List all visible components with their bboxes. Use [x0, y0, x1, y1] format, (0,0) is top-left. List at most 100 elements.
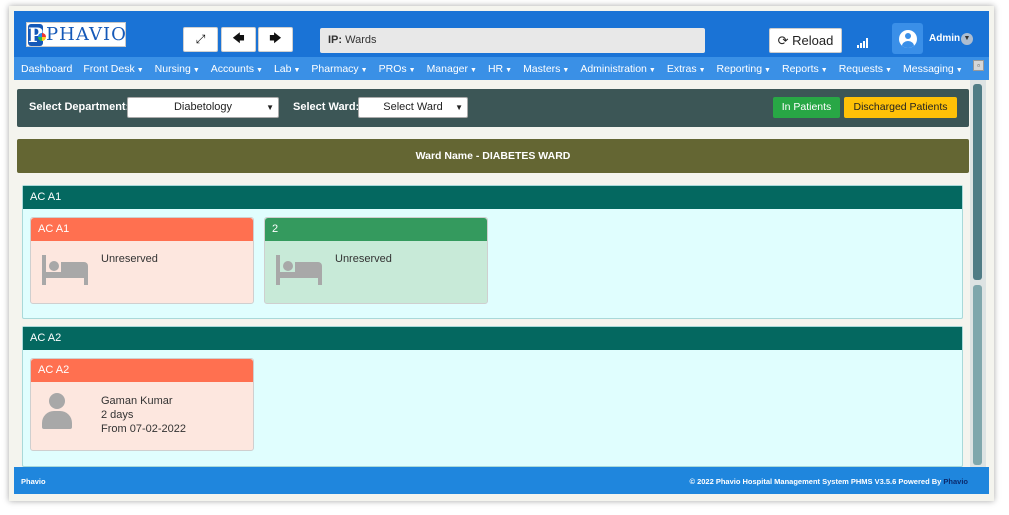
nav-item-hr[interactable]: HR ▼ [488, 63, 512, 75]
fullscreen-button[interactable]: ⤢ [183, 27, 218, 52]
main-nav: Dashboard Front Desk ▼ Nursing ▼ Accounts ▼ Lab… [14, 57, 989, 80]
room-card: AC A1 AC A1 Unreserved 2 Unreserved [22, 185, 963, 319]
caret-down-icon: ▼ [192, 66, 200, 74]
user-avatar-button[interactable] [892, 23, 923, 54]
room-title: AC A2 [23, 327, 962, 350]
logo-mark: P [28, 22, 47, 47]
bed-status: Unreserved [335, 253, 392, 265]
search-input[interactable]: IP: Wards [320, 28, 705, 53]
caret-down-icon: ▼ [470, 66, 477, 74]
ward-select[interactable]: Select Ward ▼ [358, 97, 468, 118]
nav-item-label: PROs [378, 62, 407, 75]
bed-title: 2 [265, 218, 487, 241]
reload-button[interactable]: ⟳ Reload [769, 28, 842, 53]
forward-button[interactable]: 🡆 [258, 27, 293, 52]
nav-item-accounts[interactable]: Accounts ▼ [211, 63, 263, 75]
nav-item-nursing[interactable]: Nursing ▼ [155, 63, 200, 75]
user-icon [898, 29, 917, 48]
caret-down-icon: ▼ [820, 66, 828, 74]
bed-icon [42, 255, 88, 285]
patient-name: Gaman Kumar [101, 395, 173, 407]
nav-item-label: Front Desk [83, 62, 135, 75]
nav-item-label: Administration [580, 62, 647, 75]
nav-item-reports[interactable]: Reports ▼ [782, 63, 828, 75]
nav-item-pros[interactable]: PROs ▼ [379, 63, 416, 75]
patient-duration: 2 days [101, 409, 134, 421]
arrow-right-icon: 🡆 [269, 31, 282, 45]
arrow-left-icon: 🡄 [232, 31, 245, 45]
user-name[interactable]: Admin [929, 33, 960, 44]
bed-icon [276, 255, 322, 285]
nav-item-label: Pharmacy [311, 62, 359, 75]
bed-title: AC A2 [31, 359, 253, 382]
chevron-down-icon: ▼ [266, 103, 274, 112]
nav-item-requests[interactable]: Requests ▼ [839, 63, 892, 75]
footer-brand: Phavio [21, 477, 46, 486]
nav-item-front-desk[interactable]: Front Desk ▼ [83, 63, 143, 75]
nav-item-extras[interactable]: Extras ▼ [667, 63, 706, 75]
nav-item-masters[interactable]: Masters ▼ [523, 63, 569, 75]
expand-icon: ⤢ [195, 32, 206, 46]
main-content: Select Department: Diabetology ▼ Select … [14, 80, 969, 467]
caret-down-icon: ▼ [293, 66, 301, 74]
collapse-icon[interactable]: ▫ [973, 60, 984, 71]
caret-down-icon: ▼ [764, 66, 771, 74]
search-label: IP: [328, 34, 343, 46]
department-value: Diabetology [173, 101, 233, 113]
scrollbar-thumb[interactable] [973, 84, 982, 280]
copyright-text: © 2022 Phavio Hospital Management System… [689, 477, 944, 486]
powered-by-link[interactable]: Phavio [943, 477, 968, 486]
reload-icon: ⟳ [777, 33, 789, 48]
nav-item-label: Reports [781, 62, 819, 75]
reload-label: Reload [792, 33, 834, 48]
caret-down-icon: ▼ [698, 66, 706, 74]
app-window: P PHAVIO ⤢ 🡄 🡆 IP: Wards ⟳ Reload Admin … [9, 6, 994, 501]
department-select[interactable]: Diabetology ▼ [127, 97, 279, 118]
room-card: AC A2 AC A2 Gaman Kumar 2 days From 07-0… [22, 326, 963, 467]
in-patients-button[interactable]: In Patients [773, 97, 840, 118]
bed-card[interactable]: 2 Unreserved [264, 217, 488, 304]
caret-down-icon: ▼ [562, 66, 570, 74]
nav-item-messaging[interactable]: Messaging ▼ [903, 63, 963, 75]
patient-admit-date: From 07-02-2022 [101, 423, 186, 435]
caret-down-icon: ▼ [885, 66, 892, 74]
bed-title: AC A1 [31, 218, 253, 241]
ward-label: Select Ward: [293, 101, 360, 113]
patient-info: Gaman Kumar 2 days From 07-02-2022 [101, 394, 186, 436]
nav-item-label: Manager [426, 62, 469, 75]
back-button[interactable]: 🡄 [221, 27, 256, 52]
nav-item-label: Requests [838, 62, 884, 75]
nav-item-manager[interactable]: Manager ▼ [427, 63, 477, 75]
nav-item-reporting[interactable]: Reporting ▼ [717, 63, 771, 75]
chevron-down-icon: ▼ [455, 103, 463, 112]
footer-copyright: © 2022 Phavio Hospital Management System… [689, 477, 968, 486]
ward-title: Ward Name - DIABETES WARD [17, 139, 969, 173]
nav-item-pharmacy[interactable]: Pharmacy ▼ [311, 63, 367, 75]
signal-icon [857, 38, 869, 48]
nav-item-administration[interactable]: Administration ▼ [580, 63, 655, 75]
caret-down-icon: ▼ [955, 66, 963, 74]
chevron-down-icon[interactable]: ▼ [961, 33, 973, 45]
bed-card[interactable]: AC A2 Gaman Kumar 2 days From 07-02-2022 [30, 358, 254, 451]
caret-down-icon: ▼ [505, 66, 513, 74]
nav-item-label: Nursing [154, 62, 191, 75]
caret-down-icon: ▼ [408, 66, 416, 74]
search-value: Wards [345, 34, 377, 46]
bed-card[interactable]: AC A1 Unreserved [30, 217, 254, 304]
top-bar: P PHAVIO ⤢ 🡄 🡆 IP: Wards ⟳ Reload Admin … [14, 11, 989, 57]
nav-item-label: Lab [273, 62, 292, 75]
patient-icon [42, 393, 72, 429]
nav-item-dashboard[interactable]: Dashboard [21, 63, 72, 75]
discharged-patients-button[interactable]: Discharged Patients [844, 97, 957, 118]
nav-item-lab[interactable]: Lab ▼ [274, 63, 300, 75]
app-logo[interactable]: P PHAVIO [26, 22, 126, 47]
footer: Phavio © 2022 Phavio Hospital Management… [14, 467, 989, 494]
nav-item-label: Extras [666, 62, 697, 75]
scrollbar-track[interactable] [973, 285, 982, 465]
caret-down-icon: ▼ [648, 66, 656, 74]
nav-item-label: Messaging [902, 62, 954, 75]
nav-item-label: Dashboard [21, 62, 73, 75]
scrollbar[interactable] [970, 80, 986, 467]
logo-text: PHAVIO [46, 24, 127, 45]
bed-status: Unreserved [101, 253, 158, 265]
